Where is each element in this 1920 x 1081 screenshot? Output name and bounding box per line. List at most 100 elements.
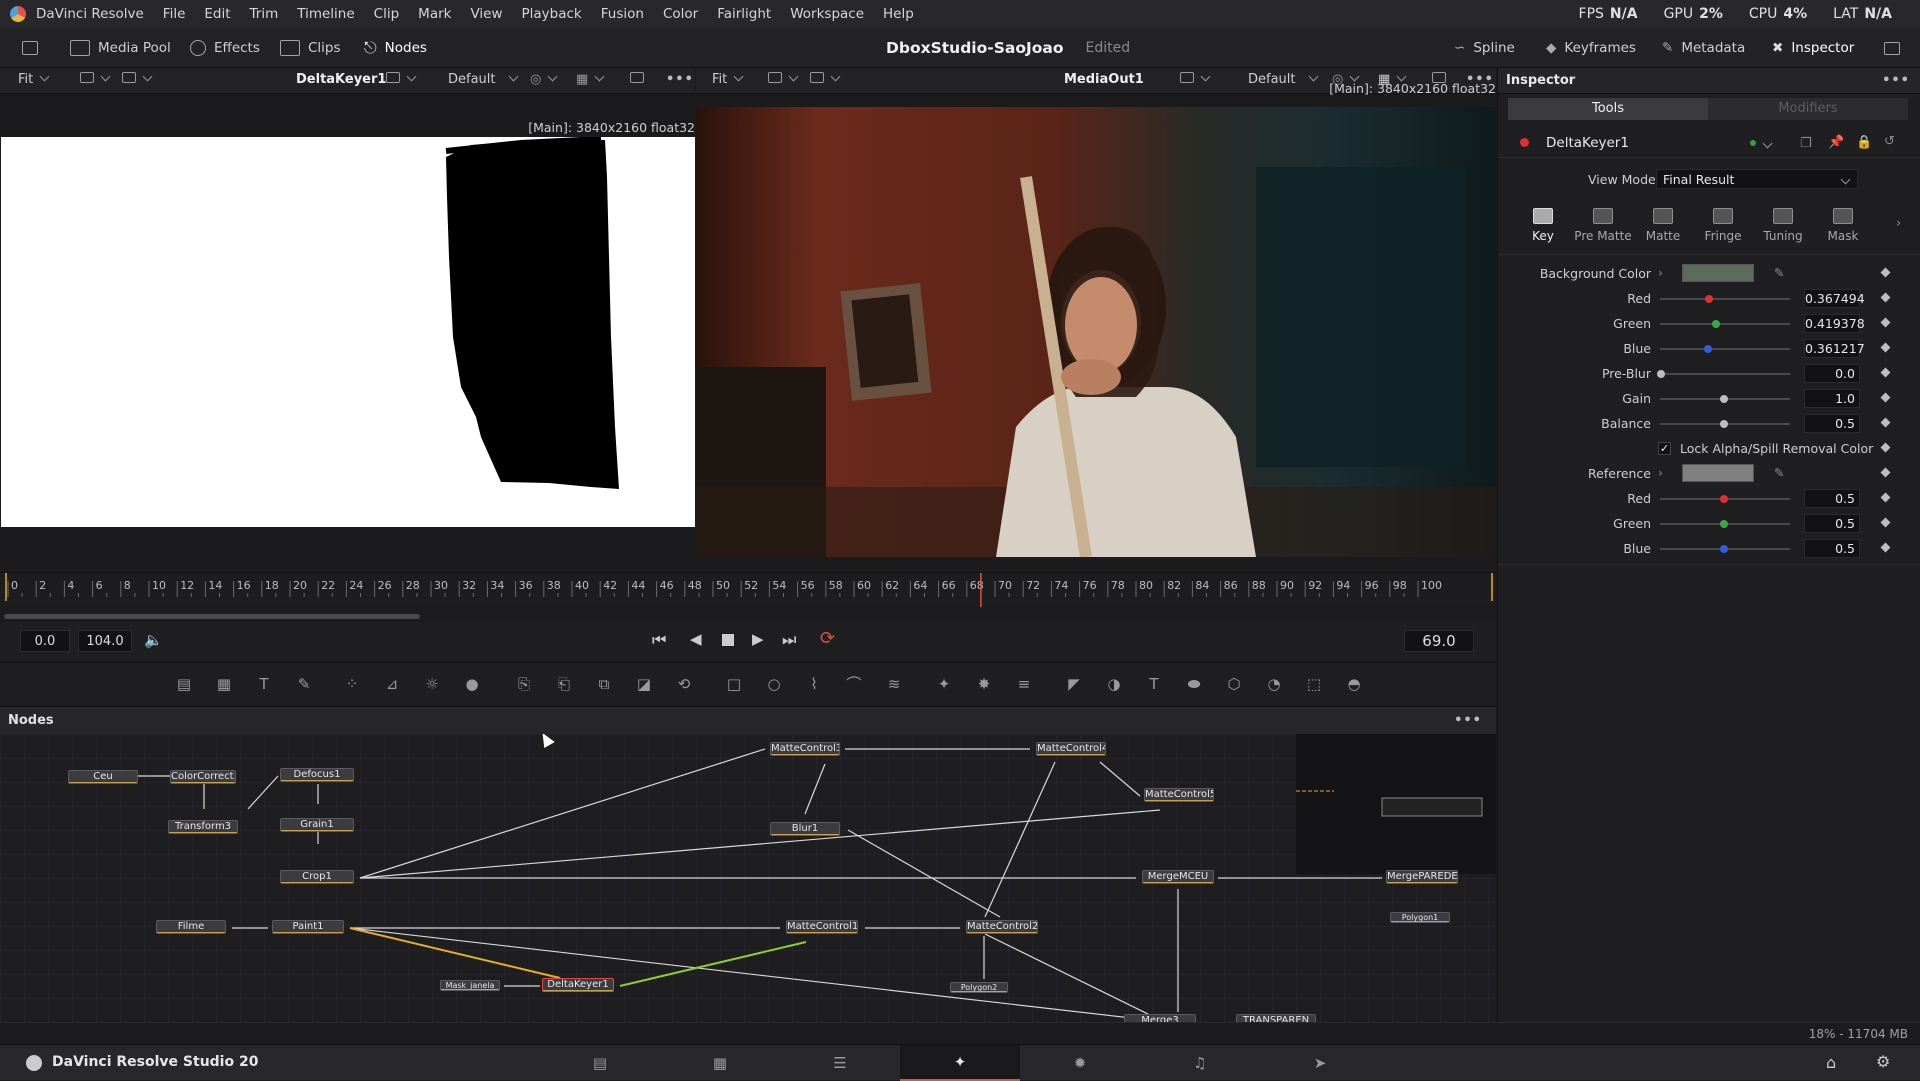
node-blur1[interactable]: Blur1: [770, 822, 840, 836]
node-polygon1[interactable]: Polygon1: [1390, 912, 1450, 923]
menu-clip[interactable]: Clip: [374, 6, 400, 22]
render-start-field[interactable]: 0.0: [20, 630, 70, 652]
reset-icon[interactable]: ↺: [1884, 134, 1895, 149]
fairlight-page-button[interactable]: ♫: [1140, 1045, 1260, 1081]
gain-keyframe-icon[interactable]: [1880, 392, 1891, 403]
left-viewer-more-menu[interactable]: •••: [666, 72, 694, 87]
right-viewer-roi-button[interactable]: [810, 71, 841, 87]
reference-picker-icon[interactable]: ✎: [1774, 465, 1784, 480]
bg-green-value[interactable]: 0.419378: [1804, 314, 1865, 333]
tabs-scroll-right-icon[interactable]: ›: [1896, 216, 1901, 231]
bg-blue-value[interactable]: 0.361217: [1804, 339, 1865, 358]
left-viewer-stereo-button[interactable]: ◎: [530, 71, 558, 87]
fusion-tool-button[interactable]: ⌒: [842, 672, 866, 696]
pin-icon[interactable]: 📌: [1828, 135, 1844, 150]
lock-alpha-checkbox[interactable]: ✓: [1658, 442, 1671, 455]
settings-gear-icon[interactable]: ⚙: [1876, 1052, 1890, 1071]
menu-mark[interactable]: Mark: [418, 6, 451, 22]
fusion-page-button[interactable]: ✦: [900, 1045, 1020, 1081]
fusion-tool-button[interactable]: ⬚: [1302, 672, 1326, 696]
ref-red-value[interactable]: 0.5: [1804, 489, 1860, 508]
bg-red-slider-handle[interactable]: [1705, 295, 1713, 303]
tab-tools[interactable]: Tools: [1508, 98, 1708, 120]
bg-green-slider[interactable]: [1660, 323, 1790, 325]
node-merge3[interactable]: Merge3: [1124, 1014, 1196, 1022]
tool-options-chevron-icon[interactable]: [1762, 138, 1773, 149]
node-colorcorrect[interactable]: ColorCorrect...: [170, 770, 236, 784]
ref-blue-keyframe-icon[interactable]: [1880, 542, 1891, 553]
ref-green-slider-handle[interactable]: [1720, 520, 1728, 528]
right-viewer-channel-button[interactable]: [768, 71, 799, 87]
menu-fusion[interactable]: Fusion: [601, 6, 644, 22]
fusion-tool-button[interactable]: □: [722, 672, 746, 696]
fusion-tool-button[interactable]: ◓: [1342, 672, 1366, 696]
tuning-tab[interactable]: Tuning: [1754, 208, 1812, 243]
loop-button[interactable]: ⟳: [820, 628, 835, 649]
fusion-tool-button[interactable]: ⎘: [512, 672, 536, 696]
left-viewer-grid-button[interactable]: ▦: [576, 71, 605, 87]
menu-timeline[interactable]: Timeline: [297, 6, 354, 22]
fusion-tool-button[interactable]: ☼: [420, 672, 444, 696]
node-graph[interactable]: Ceu ColorCorrect... Defocus1 Transform3 …: [0, 734, 1496, 1022]
render-end-field[interactable]: 104.0: [78, 630, 132, 652]
color-page-button[interactable]: ✹: [1020, 1045, 1140, 1081]
left-viewer-channel-button[interactable]: [80, 71, 111, 87]
fusion-tool-button[interactable]: ✎: [292, 672, 316, 696]
right-viewer[interactable]: [Main]: 3840x2160 float32: [696, 81, 1496, 565]
reference-expand-icon[interactable]: ›: [1658, 465, 1663, 480]
fusion-tool-button[interactable]: ≋: [882, 672, 906, 696]
effects-button[interactable]: Effects: [190, 28, 260, 68]
bg-blue-keyframe-icon[interactable]: [1880, 342, 1891, 353]
menu-trim[interactable]: Trim: [250, 6, 279, 22]
nodes-panel-more-menu[interactable]: •••: [1454, 713, 1482, 728]
left-viewer-options-button[interactable]: [386, 71, 417, 87]
fusion-tool-button[interactable]: ◪: [632, 672, 656, 696]
background-color-keyframe-icon[interactable]: [1880, 267, 1891, 278]
clips-button[interactable]: Clips: [280, 28, 341, 68]
bg-blue-slider[interactable]: [1660, 348, 1790, 350]
balance-slider-handle[interactable]: [1720, 420, 1728, 428]
node-transparen[interactable]: TRANSPAREN: [1236, 1014, 1316, 1022]
node-mattecontrol5[interactable]: MatteControl5: [1144, 788, 1214, 802]
menu-playback[interactable]: Playback: [522, 6, 582, 22]
pre-matte-tab[interactable]: Pre Matte: [1574, 208, 1632, 243]
step-back-button[interactable]: ◀: [690, 630, 702, 648]
bg-blue-slider-handle[interactable]: [1704, 345, 1712, 353]
media-pool-button[interactable]: Media Pool: [70, 28, 171, 68]
left-viewer-roi-button[interactable]: [122, 71, 153, 87]
fusion-tool-button[interactable]: ⬬: [1182, 672, 1206, 696]
menu-view[interactable]: View: [470, 6, 502, 22]
go-to-end-button[interactable]: ⏭: [782, 630, 796, 650]
key-tab[interactable]: Key: [1514, 208, 1572, 243]
bg-red-keyframe-icon[interactable]: [1880, 292, 1891, 303]
background-color-swatch[interactable]: [1682, 264, 1754, 282]
left-viewer-safe-area-button[interactable]: [630, 72, 644, 87]
menu-fairlight[interactable]: Fairlight: [717, 6, 771, 22]
ref-blue-slider-handle[interactable]: [1720, 545, 1728, 553]
media-page-button[interactable]: ▤: [540, 1045, 660, 1081]
gain-slider-handle[interactable]: [1720, 395, 1728, 403]
spline-button[interactable]: ∽ Spline: [1454, 28, 1515, 68]
timeline-scrollbar[interactable]: [4, 614, 420, 619]
node-mergemceu[interactable]: MergeMCEU: [1142, 870, 1214, 884]
menu-color[interactable]: Color: [663, 6, 698, 22]
fusion-tool-button[interactable]: ✸: [972, 672, 996, 696]
node-defocus1[interactable]: Defocus1: [280, 768, 354, 782]
menu-workspace[interactable]: Workspace: [790, 6, 864, 22]
node-mattecontrol2[interactable]: MatteControl2: [966, 920, 1038, 934]
tool-color-dot-icon[interactable]: [1750, 140, 1756, 146]
menu-edit[interactable]: Edit: [204, 6, 230, 22]
right-viewer-fit-dropdown[interactable]: Fit: [712, 71, 744, 87]
left-viewer-fit-dropdown[interactable]: Fit: [18, 71, 50, 87]
bg-red-value[interactable]: 0.367494: [1804, 289, 1865, 308]
home-icon[interactable]: ⌂: [1826, 1053, 1836, 1072]
stop-button[interactable]: [722, 634, 734, 646]
fusion-tool-button[interactable]: ⎗: [552, 672, 576, 696]
metadata-button[interactable]: ✎ Metadata: [1662, 28, 1745, 68]
matte-tab[interactable]: Matte: [1634, 208, 1692, 243]
menu-file[interactable]: File: [163, 6, 186, 22]
ref-blue-value[interactable]: 0.5: [1804, 539, 1860, 558]
fusion-tool-button[interactable]: ✦: [932, 672, 956, 696]
fusion-tool-button[interactable]: ≡: [1012, 672, 1036, 696]
lock-icon[interactable]: 🔒: [1856, 135, 1872, 150]
